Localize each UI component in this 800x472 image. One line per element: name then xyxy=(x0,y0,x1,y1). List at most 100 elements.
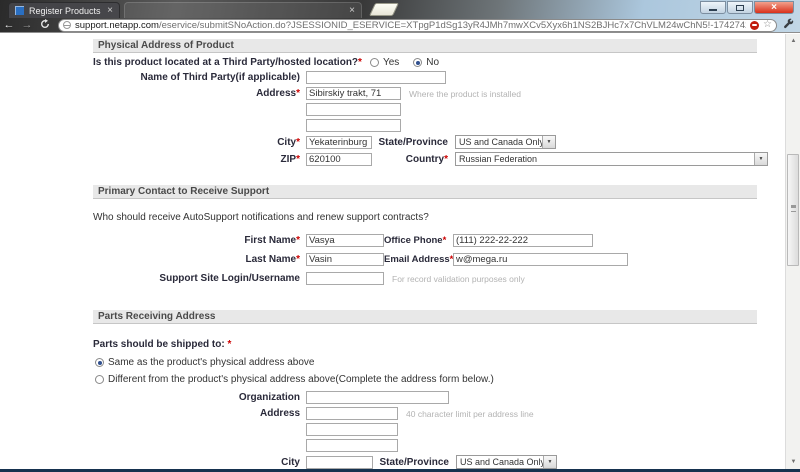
tab-title: Register Products xyxy=(29,6,103,16)
third-party-question-label: Is this product located at a Third Party… xyxy=(93,57,358,68)
minimize-button[interactable] xyxy=(700,1,726,14)
parts-address-line2-input[interactable] xyxy=(306,423,398,436)
section-header-parts-receiving: Parts Receiving Address xyxy=(93,310,757,324)
vertical-scrollbar[interactable]: ▲ ▼ xyxy=(785,34,800,469)
parts-address-line3-input[interactable] xyxy=(306,439,398,452)
third-party-name-row: Name of Third Party(if applicable) xyxy=(93,71,757,84)
back-icon[interactable]: ← xyxy=(0,19,18,31)
parts-city-label: City xyxy=(93,457,300,468)
city-label: City xyxy=(277,137,296,148)
address-line1-input[interactable] xyxy=(306,87,401,100)
tab-register-products[interactable]: Register Products × xyxy=(8,2,120,18)
support-login-label: Support Site Login/Username xyxy=(93,273,300,284)
scroll-down-icon[interactable]: ▼ xyxy=(786,455,800,469)
last-name-input[interactable] xyxy=(306,253,384,266)
close-button[interactable]: × xyxy=(754,1,794,14)
city-state-row: City* State/Province US and Canada Only … xyxy=(93,135,757,149)
organization-input[interactable] xyxy=(306,391,449,404)
chevron-down-icon: ▼ xyxy=(542,136,555,148)
bookmark-star-icon[interactable]: ☆ xyxy=(763,20,772,30)
browser-chrome: Register Products × × × ← → support.neta… xyxy=(0,0,800,33)
parts-city-input[interactable] xyxy=(306,456,373,469)
address-row-2 xyxy=(93,103,757,116)
address-label: Address xyxy=(256,88,296,99)
address-line3-input[interactable] xyxy=(306,119,401,132)
address-line2-input[interactable] xyxy=(306,103,401,116)
maximize-button[interactable] xyxy=(727,1,753,14)
chevron-down-icon: ▼ xyxy=(543,456,556,468)
first-name-input[interactable] xyxy=(306,234,384,247)
organization-label: Organization xyxy=(93,392,300,403)
netapp-favicon xyxy=(15,6,24,15)
url-text[interactable]: support.netapp.com/eservice/submitSNoAct… xyxy=(75,20,746,31)
reload-icon[interactable] xyxy=(36,19,54,32)
minimize-icon xyxy=(709,9,717,11)
third-party-no-label: No xyxy=(426,57,439,68)
tab-strip: Register Products × × × xyxy=(0,0,800,18)
office-phone-input[interactable] xyxy=(453,234,593,247)
primary-contact-intro: Who should receive AutoSupport notificat… xyxy=(93,212,757,223)
shipped-different-radio[interactable] xyxy=(95,375,104,384)
shipped-to-label: Parts should be shipped to: xyxy=(93,339,225,350)
parts-address-row-3 xyxy=(93,439,757,452)
parts-address-label: Address xyxy=(93,408,300,419)
required-asterisk: * xyxy=(358,57,362,68)
city-input[interactable] xyxy=(306,136,372,149)
tab-close-icon[interactable]: × xyxy=(107,6,113,16)
zip-country-row: ZIP* Country* Russian Federation ▼ xyxy=(93,152,757,166)
last-name-label: Last Name xyxy=(246,254,297,265)
parts-address-hint: 40 character limit per address line xyxy=(406,409,534,419)
shipped-same-label: Same as the product's physical address a… xyxy=(108,357,314,368)
shipped-different-option: Different from the product's physical ad… xyxy=(95,374,757,385)
third-party-yes-radio[interactable] xyxy=(370,58,379,67)
third-party-yes-label: Yes xyxy=(383,57,399,68)
email-input[interactable] xyxy=(453,253,628,266)
close-icon: × xyxy=(771,3,777,13)
email-label: Email Address xyxy=(384,254,450,265)
country-select[interactable]: Russian Federation ▼ xyxy=(455,152,768,166)
parts-state-label: State/Province xyxy=(373,457,449,468)
page-content: Physical Address of Product Is this prod… xyxy=(0,34,800,469)
registration-form: Physical Address of Product Is this prod… xyxy=(93,39,757,469)
scroll-up-icon[interactable]: ▲ xyxy=(786,34,800,48)
zip-label: ZIP xyxy=(281,154,297,165)
shipped-same-option: Same as the product's physical address a… xyxy=(95,357,757,368)
maximize-icon xyxy=(736,5,744,11)
parts-address-line1-input[interactable] xyxy=(306,407,398,420)
office-phone-label: Office Phone xyxy=(384,235,443,246)
parts-city-state-row: City State/Province US and Canada Only ▼ xyxy=(93,455,757,469)
forward-icon[interactable]: → xyxy=(18,19,36,31)
address-row-1: Address* Where the product is installed xyxy=(93,87,757,100)
last-name-row: Last Name* Email Address* xyxy=(93,253,757,266)
organization-row: Organization xyxy=(93,391,757,404)
country-label: Country xyxy=(406,154,444,165)
address-row-3 xyxy=(93,119,757,132)
first-name-label: First Name xyxy=(244,235,296,246)
window-controls: × xyxy=(699,1,794,14)
third-party-question-row: Is this product located at a Third Party… xyxy=(93,57,757,68)
shipped-same-radio[interactable] xyxy=(95,358,104,367)
address-bar[interactable]: support.netapp.com/eservice/submitSNoAct… xyxy=(58,19,777,32)
zip-input[interactable] xyxy=(306,153,372,166)
first-name-row: First Name* Office Phone* xyxy=(93,234,757,247)
address-hint: Where the product is installed xyxy=(409,89,521,99)
state-label: State/Province xyxy=(372,137,448,148)
adblock-icon[interactable] xyxy=(750,21,759,30)
support-login-input[interactable] xyxy=(306,272,384,285)
support-login-hint: For record validation purposes only xyxy=(392,274,525,284)
browser-toolbar: ← → support.netapp.com/eservice/submitSN… xyxy=(0,17,800,33)
page-icon xyxy=(63,21,71,29)
wrench-menu-icon[interactable] xyxy=(783,16,794,34)
tab-close-icon[interactable]: × xyxy=(349,6,355,16)
shipped-different-label: Different from the product's physical ad… xyxy=(108,374,494,385)
section-header-physical-address: Physical Address of Product xyxy=(93,39,757,53)
parts-state-select[interactable]: US and Canada Only ▼ xyxy=(456,455,557,469)
third-party-no-radio[interactable] xyxy=(413,58,422,67)
tab-background[interactable]: × xyxy=(124,2,362,18)
parts-address-row-1: Address 40 character limit per address l… xyxy=(93,407,757,420)
section-header-primary-contact: Primary Contact to Receive Support xyxy=(93,185,757,199)
scrollbar-thumb[interactable] xyxy=(787,154,799,266)
state-select[interactable]: US and Canada Only ▼ xyxy=(455,135,556,149)
third-party-name-input[interactable] xyxy=(306,71,446,84)
new-tab-button[interactable] xyxy=(369,3,399,16)
